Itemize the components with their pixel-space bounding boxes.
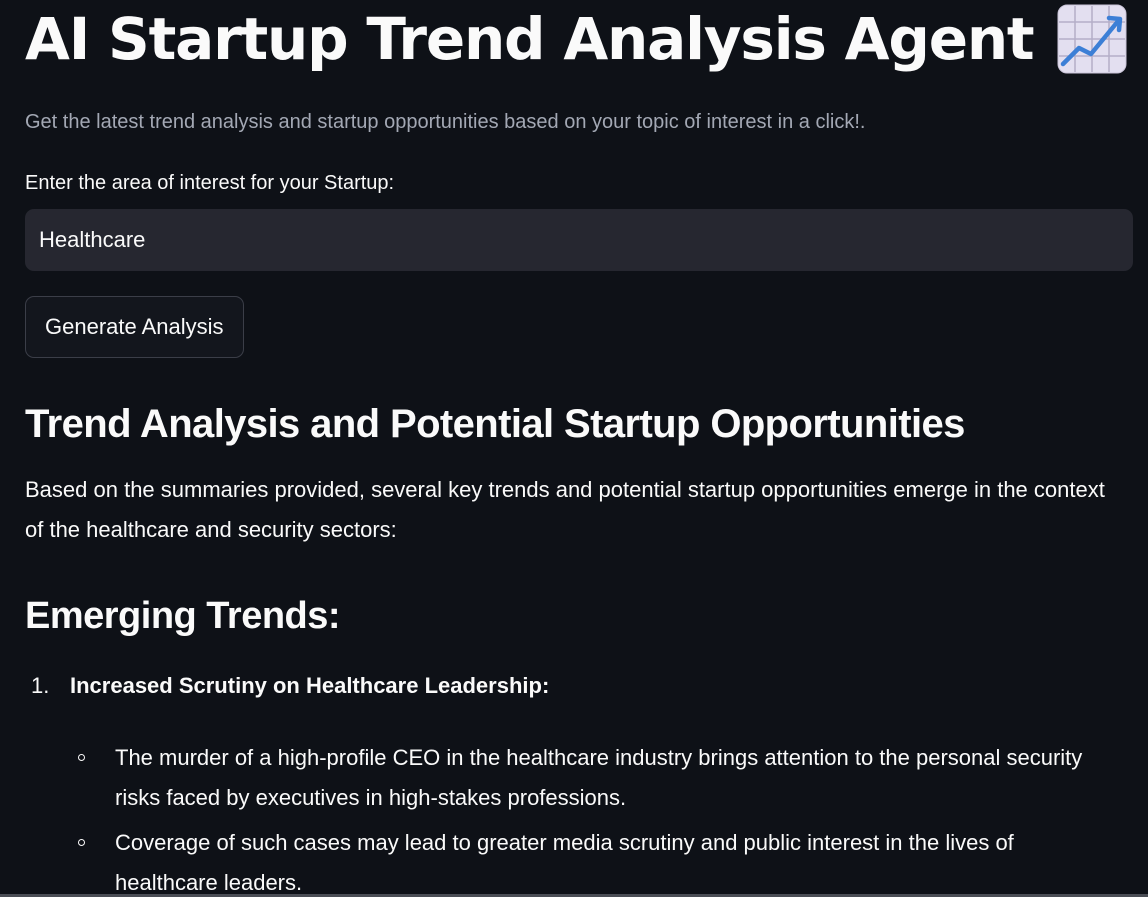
trend-bullet: Coverage of such cases may lead to great… bbox=[78, 823, 1115, 897]
app-page: AI Startup Trend Analysis Agent Get the … bbox=[0, 0, 1148, 897]
trend-number: 1. bbox=[31, 673, 50, 698]
page-subtitle: Get the latest trend analysis and startu… bbox=[25, 111, 866, 133]
analysis-intro: Based on the summaries provided, several… bbox=[25, 477, 1105, 542]
trend-bullet: The murder of a high-profile CEO in the … bbox=[78, 738, 1115, 818]
page-title: AI Startup Trend Analysis Agent bbox=[25, 5, 1035, 73]
trend-title: Increased Scrutiny on Healthcare Leaders… bbox=[70, 673, 550, 698]
title-row: AI Startup Trend Analysis Agent bbox=[25, 0, 1133, 78]
emerging-trends-heading: Emerging Trends: bbox=[25, 595, 341, 637]
interest-input[interactable] bbox=[25, 209, 1133, 271]
chart-increasing-icon bbox=[1057, 4, 1127, 74]
main-content: AI Startup Trend Analysis Agent Get the … bbox=[25, 0, 1133, 897]
interest-input-label: Enter the area of interest for your Star… bbox=[25, 172, 395, 194]
trend-bullet-list: The murder of a high-profile CEO in the … bbox=[78, 738, 1115, 897]
generate-analysis-button[interactable]: Generate Analysis bbox=[25, 296, 244, 358]
trend-list-item: 1. Increased Scrutiny on Healthcare Lead… bbox=[25, 670, 1133, 702]
analysis-heading: Trend Analysis and Potential Startup Opp… bbox=[25, 402, 965, 446]
